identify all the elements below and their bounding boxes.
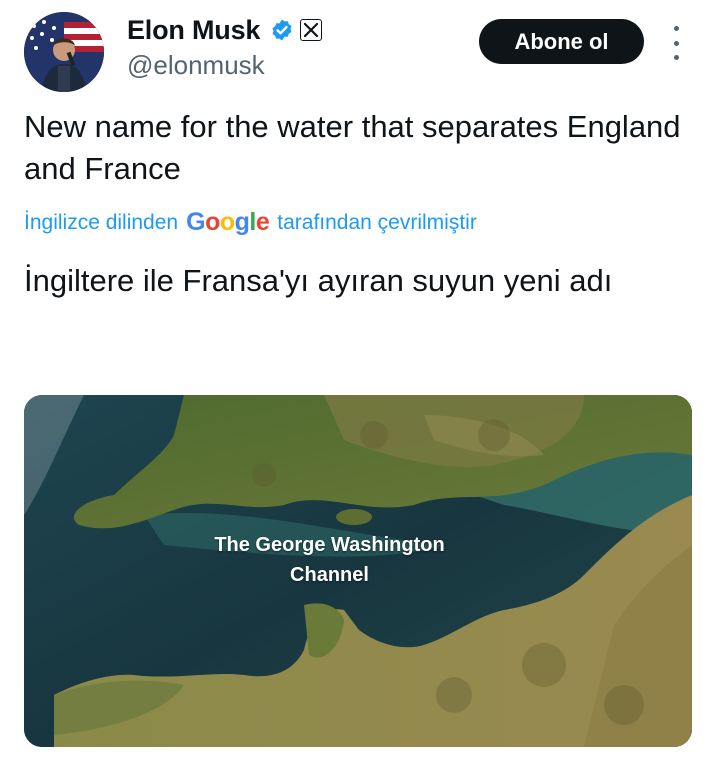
more-vertical-icon[interactable] [664,26,688,60]
user-handle[interactable]: @elonmusk [127,50,322,81]
more-dot [673,55,679,60]
tweet-text: New name for the water that separates En… [24,109,681,186]
tweet-header: Elon Musk @elonmusk Abone ol [0,0,716,100]
avatar[interactable] [24,12,104,92]
satellite-map-image [24,395,692,747]
translation-prefix: İngilizce dilinden [24,210,179,234]
translation-suffix: tarafından çevrilmiştir [277,210,477,234]
tweet-image[interactable]: The George Washington Channel [24,395,692,747]
name-row: Elon Musk [127,12,323,48]
follow-button[interactable]: Abone ol [479,19,644,64]
translation-attribution[interactable]: İngilizce dilinden Google tarafından çev… [24,208,477,237]
more-dot [673,26,679,31]
google-logo: Google [186,208,270,236]
author-info: Elon Musk @elonmusk [127,12,323,81]
x-logo-icon [300,19,323,41]
translated-text: İngiltere ile Fransa'yı ayıran suyun yen… [24,263,613,298]
more-dot [673,40,679,46]
display-name[interactable]: Elon Musk [127,15,260,46]
verified-badge-icon [272,19,292,41]
